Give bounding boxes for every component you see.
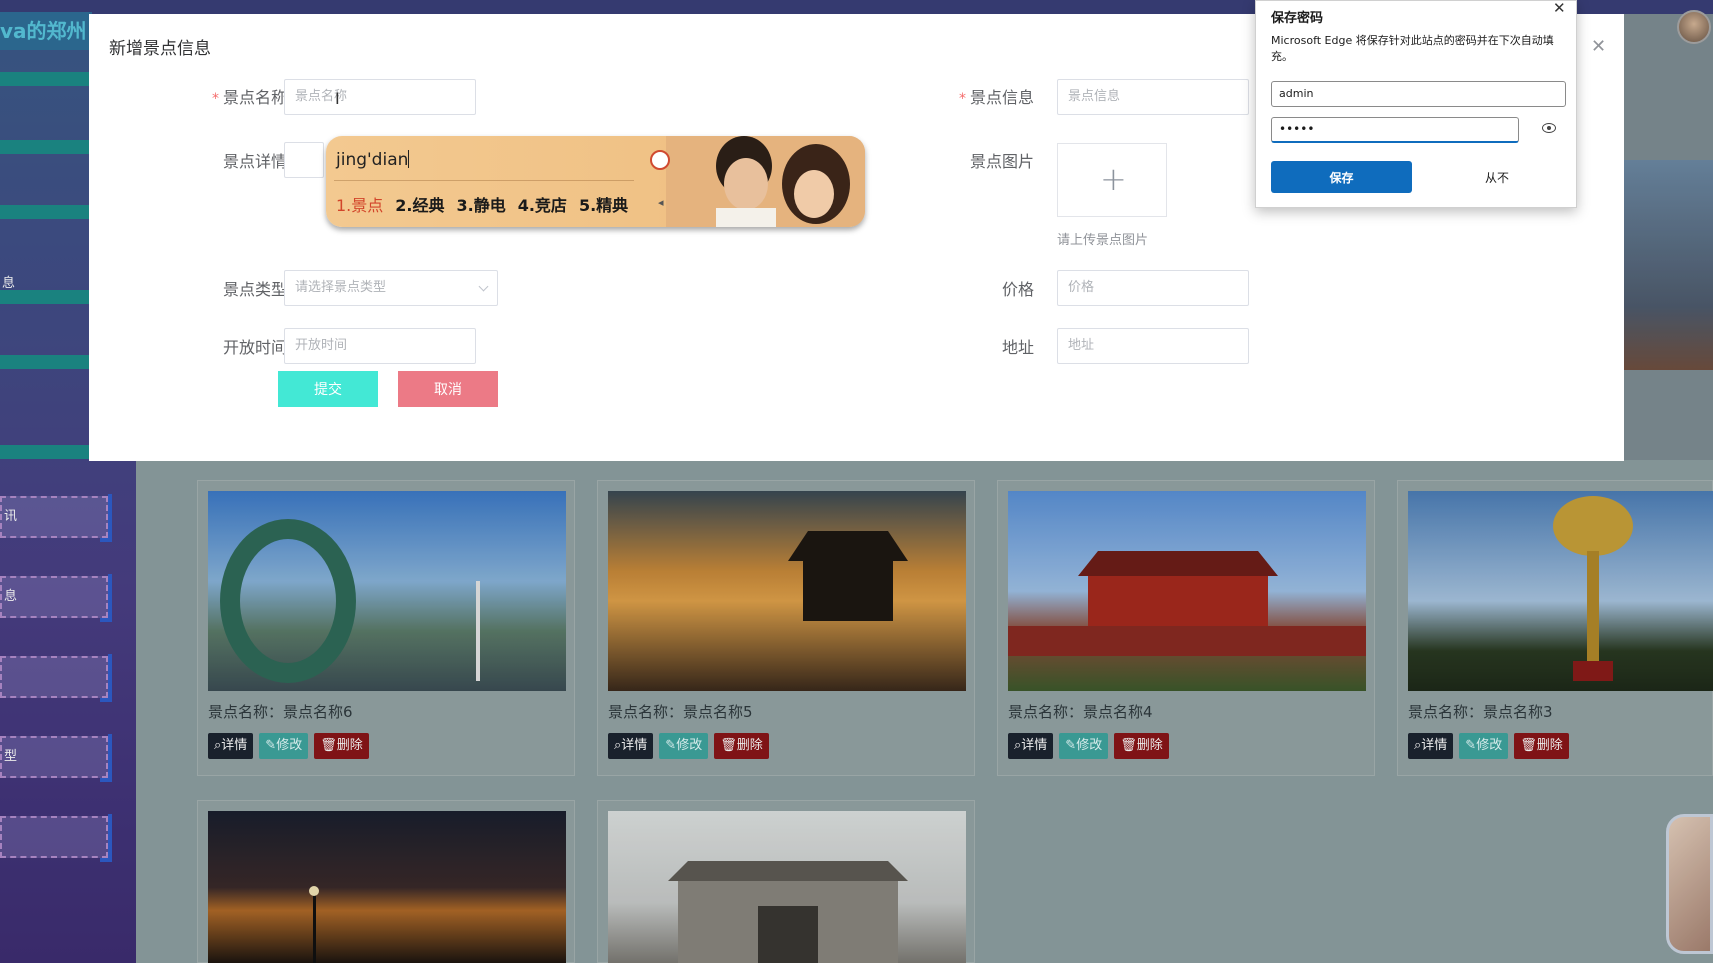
ime-candidate[interactable]: 2.经典 [395,192,444,216]
eye-icon[interactable] [1542,123,1556,133]
ime-composition-text: jing'dian [336,150,409,170]
scenic-detail-editor[interactable] [284,142,324,178]
ime-caret [408,150,410,168]
scenic-name-label: * 景点名称 [177,84,287,108]
scenic-type-select[interactable]: 请选择景点类型 [284,270,498,306]
required-mark: * [211,91,219,107]
scenic-name-input[interactable]: 景点名称 [284,79,476,115]
close-icon[interactable]: ✕ [1553,0,1566,17]
ime-candidate[interactable]: 3.静电 [457,192,506,216]
address-label: 地址 [1001,338,1034,357]
submit-button[interactable]: 提交 [278,371,378,407]
scenic-info-label-text: 景点信息 [969,88,1034,107]
address-input[interactable]: 地址 [1057,328,1249,364]
scenic-detail-label: 景点详情 [222,152,287,171]
chevron-down-icon [478,281,489,292]
image-upload-box[interactable]: + [1057,143,1167,217]
scenic-image-label: 景点图片 [969,152,1034,171]
popup-title: 保存密码 [1271,11,1324,26]
username-field[interactable]: admin [1271,81,1566,107]
image-upload-tip: 请上传景点图片 [1057,233,1149,248]
ime-candidate[interactable]: 1.景点 [336,192,383,216]
scenic-type-placeholder: 请选择景点类型 [295,280,387,295]
scenic-info-input[interactable]: 景点信息 [1057,79,1249,115]
close-icon[interactable]: ✕ [1591,36,1606,57]
scenic-name-label-text: 景点名称 [222,88,287,107]
ime-candidate-window: jing'dian 1.景点 2.经典 3.静电 4.竞店 5.精典 ◂ ▸ ▣ [326,136,865,227]
ime-logo-icon[interactable] [650,150,670,170]
open-time-label: 开放时间 [222,338,287,357]
popup-description: Microsoft Edge 将保存针对此站点的密码并在下次自动填充。 [1271,34,1554,63]
price-label: 价格 [1001,280,1034,299]
never-button[interactable]: 从不 [1428,161,1566,193]
required-mark: * [958,91,966,107]
open-time-input[interactable]: 开放时间 [284,328,476,364]
scenic-info-label: * 景点信息 [924,84,1034,108]
ime-candidate[interactable]: 5.精典 [579,192,628,216]
text-cursor-icon: I [335,89,340,108]
plus-icon: + [1100,160,1127,198]
cancel-button[interactable]: 取消 [398,371,498,407]
dialog-title: 新增景点信息 [109,39,211,59]
save-password-button[interactable]: 保存 [1271,161,1412,193]
password-field[interactable]: ••••• [1271,117,1519,143]
save-password-popup: 保存密码 ✕ Microsoft Edge 将保存针对此站点的密码并在下次自动填… [1255,0,1577,208]
ime-candidate[interactable]: 4.竞店 [518,192,567,216]
ime-skin-photo [666,136,865,227]
ime-divider [334,180,634,181]
price-input[interactable]: 价格 [1057,270,1249,306]
scenic-type-label: 景点类型 [222,280,287,299]
ime-composition: jing'dian [336,150,410,170]
ime-candidates: 1.景点 2.经典 3.静电 4.竞店 5.精典 [336,192,628,216]
